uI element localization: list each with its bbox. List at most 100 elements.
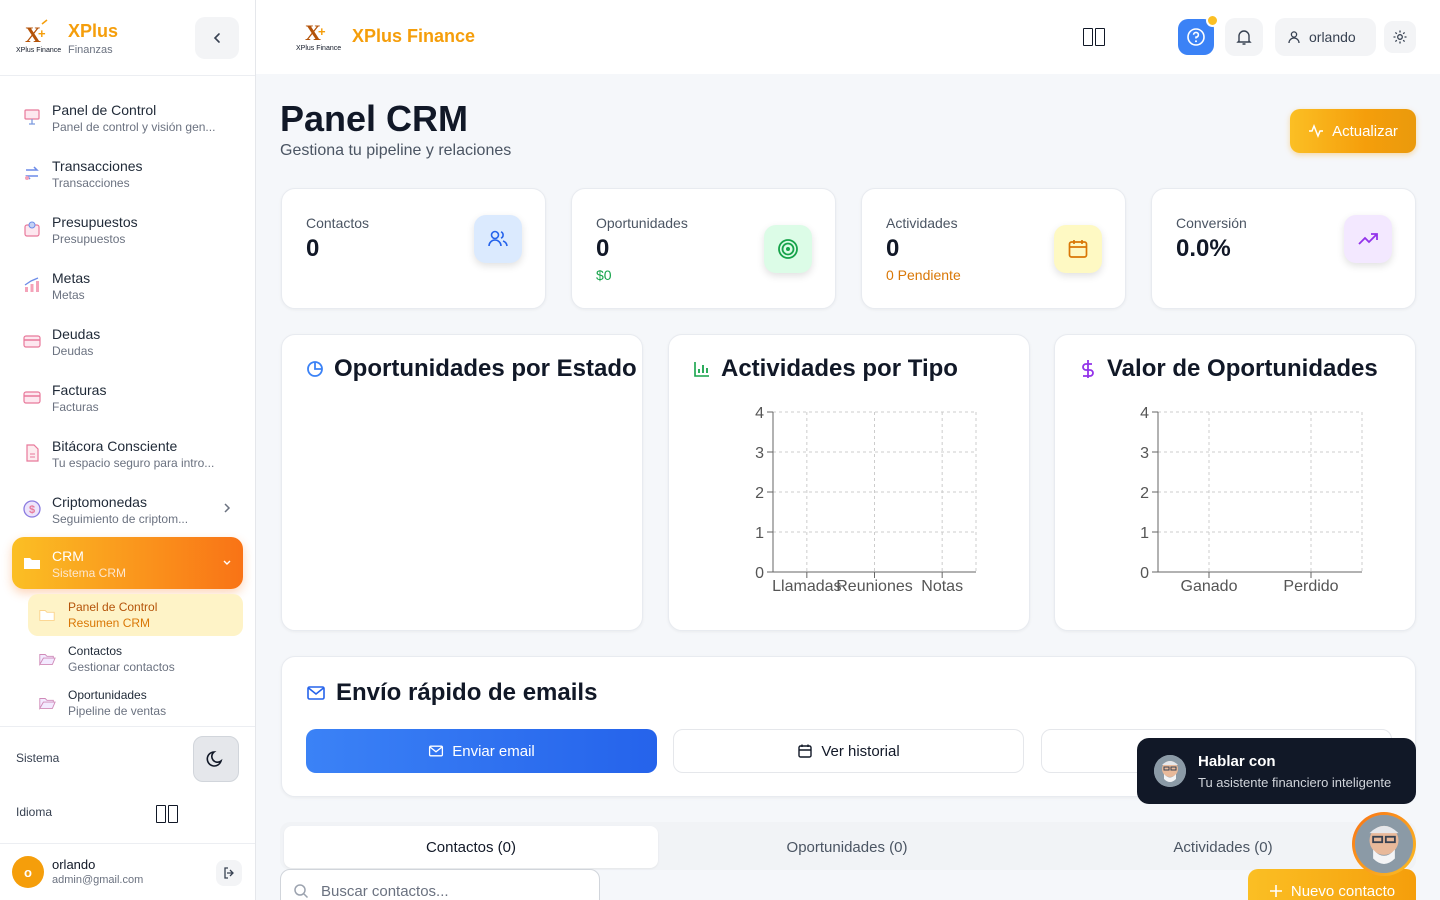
language-switch-icon[interactable] [1083, 28, 1105, 46]
stat-label: Oportunidades [596, 215, 688, 231]
stat-card-contactos: Contactos 0 [281, 188, 546, 309]
y-tick-label: 4 [755, 405, 764, 422]
notifications-button[interactable] [1225, 18, 1263, 56]
topbar: X + XPlus Finance XPlus Finance orlando [256, 0, 1440, 74]
sidebar-item-sub: Deudas [52, 344, 94, 358]
send-email-label: Enviar email [452, 742, 535, 760]
sidebar-item-label: Criptomonedas [52, 494, 147, 510]
user-email: admin@gmail.com [52, 874, 144, 886]
sidebar-item-label: Presupuestos [52, 214, 138, 230]
subnav-item-crm-panel[interactable]: Panel de Control Resumen CRM [28, 594, 243, 636]
subnav-sub: Resumen CRM [68, 616, 151, 630]
stat-card-actividades: Actividades 0 0 Pendiente [861, 188, 1126, 309]
brand-subtitle: Finanzas [68, 44, 113, 56]
search-icon [294, 884, 309, 899]
sidebar-item-sub: Panel de control y visión gen... [52, 120, 216, 134]
user-menu-name: orlando [1309, 29, 1356, 45]
tab-oportunidades[interactable]: Oportunidades (0) [660, 826, 1034, 868]
subnav-item-oportunidades[interactable]: Oportunidades Pipeline de ventas [28, 682, 243, 724]
sidebar-item-panel-de-control[interactable]: Panel de Control Panel de control y visi… [12, 91, 243, 143]
logo-wordmark: XPlus Finance [16, 47, 62, 54]
assistant-avatar [1154, 755, 1186, 787]
sidebar-item-criptomonedas[interactable]: $ Criptomonedas Seguimiento de criptom..… [12, 483, 243, 535]
journal-icon [26, 444, 39, 462]
y-tick-label: 1 [755, 525, 764, 542]
view-history-label: Ver historial [821, 742, 900, 760]
page-subtitle: Gestiona tu pipeline y relaciones [280, 142, 512, 159]
theme-toggle-button[interactable] [193, 736, 239, 782]
folder-icon [39, 610, 55, 621]
stat-value: 0.0% [1176, 235, 1231, 262]
y-tick-label: 1 [1140, 525, 1149, 542]
logout-icon [224, 867, 234, 879]
sidebar-item-label: Bitácora Consciente [52, 438, 178, 454]
sidebar-item-sub: Metas [52, 288, 85, 302]
system-label: Sistema [16, 751, 60, 765]
sidebar-item-label: Transacciones [52, 158, 143, 174]
sidebar-item-facturas[interactable]: Facturas Facturas [12, 371, 243, 423]
sidebar-item-sub: Facturas [52, 400, 99, 414]
refresh-button[interactable]: Actualizar [1290, 109, 1416, 153]
chevron-left-icon [213, 33, 220, 43]
user-menu-button[interactable]: orlando [1275, 18, 1376, 56]
sidebar-item-sub: Presupuestos [52, 232, 126, 246]
chart-actividades-por-tipo: Actividades por Tipo 0 1 2 3 4 Llamadas Reunio… [668, 334, 1030, 631]
presentation-icon [24, 109, 40, 125]
logout-button[interactable] [216, 860, 242, 886]
stat-label: Conversión [1176, 215, 1247, 231]
send-email-button[interactable]: Enviar email [306, 729, 657, 773]
bell-icon [1236, 30, 1252, 45]
sidebar-item-deudas[interactable]: Deudas Deudas [12, 315, 243, 367]
sidebar-item-transacciones[interactable]: Transacciones Transacciones [12, 147, 243, 199]
growth-chart-icon [24, 277, 39, 292]
calendar-icon [798, 744, 813, 758]
x-tick-label: Reuniones [836, 578, 913, 595]
tab-contactos[interactable]: Contactos (0) [284, 826, 658, 868]
credit-card-icon [23, 335, 41, 348]
brand-title: XPlus [68, 21, 119, 41]
chat-title: Hablar con [1198, 753, 1276, 770]
folder-open-icon [39, 698, 56, 711]
page-title: Panel CRM [280, 98, 469, 139]
subnav-label: Contactos [68, 644, 123, 658]
sidebar-item-label: Deudas [52, 326, 101, 342]
x-tick-label: Perdido [1283, 578, 1338, 595]
activity-icon [1309, 123, 1324, 139]
subnav-sub: Pipeline de ventas [68, 704, 167, 718]
x-tick-label: Ganado [1181, 578, 1238, 595]
chat-subtitle: Tu asistente financiero inteligente [1198, 775, 1392, 790]
sidebar: X + XPlus Finance XPlus Finanzas Panel d… [0, 0, 256, 900]
help-circle-icon [1187, 28, 1205, 46]
chat-popup[interactable]: Hablar con Tu asistente financiero intel… [1137, 738, 1416, 804]
collapse-sidebar-button[interactable] [195, 17, 239, 59]
view-history-button[interactable]: Ver historial [673, 729, 1024, 773]
sidebar-item-bitacora-consciente[interactable]: Bitácora Consciente Tu espacio seguro pa… [12, 427, 243, 479]
app-logo[interactable]: X + XPlus Finance [16, 18, 62, 58]
user-name: orlando [52, 857, 96, 872]
sidebar-item-sub: Sistema CRM [52, 566, 127, 580]
sidebar-item-presupuestos[interactable]: Presupuestos Presupuestos [12, 203, 243, 255]
activities-bar-chart: 0 1 2 3 4 LlamadasReuniones Notas [755, 405, 977, 595]
chat-launcher-avatar[interactable] [1352, 812, 1416, 876]
gear-icon [1393, 30, 1407, 44]
chart-oportunidades-por-estado: Oportunidades por Estado [281, 334, 643, 631]
sidebar-header: X + XPlus Finance XPlus Finanzas [0, 0, 255, 76]
settings-button[interactable] [1384, 21, 1416, 53]
email-card-title: Envío rápido de emails [336, 679, 598, 706]
sidebar-item-crm[interactable]: CRM Sistema CRM [12, 537, 243, 589]
sidebar-item-metas[interactable]: Metas Metas [12, 259, 243, 311]
stat-extra: $0 [596, 267, 612, 283]
avatar[interactable]: o [12, 856, 44, 888]
dollar-icon [1082, 360, 1094, 378]
subnav-item-contactos[interactable]: Contactos Gestionar contactos [28, 638, 243, 680]
notification-dot [1206, 14, 1219, 27]
top-logo[interactable]: X + XPlus Finance [296, 16, 341, 56]
mail-icon [307, 686, 325, 700]
language-flag-icon[interactable] [156, 805, 178, 823]
contacts-search-input[interactable]: Buscar contactos... [280, 869, 600, 900]
top-brand-title: XPlus Finance [352, 26, 476, 46]
sidebar-item-label: Metas [52, 270, 91, 286]
sidebar-item-label: Facturas [52, 382, 107, 398]
y-tick-label: 4 [1140, 405, 1149, 422]
x-tick-label: Notas [921, 578, 963, 595]
